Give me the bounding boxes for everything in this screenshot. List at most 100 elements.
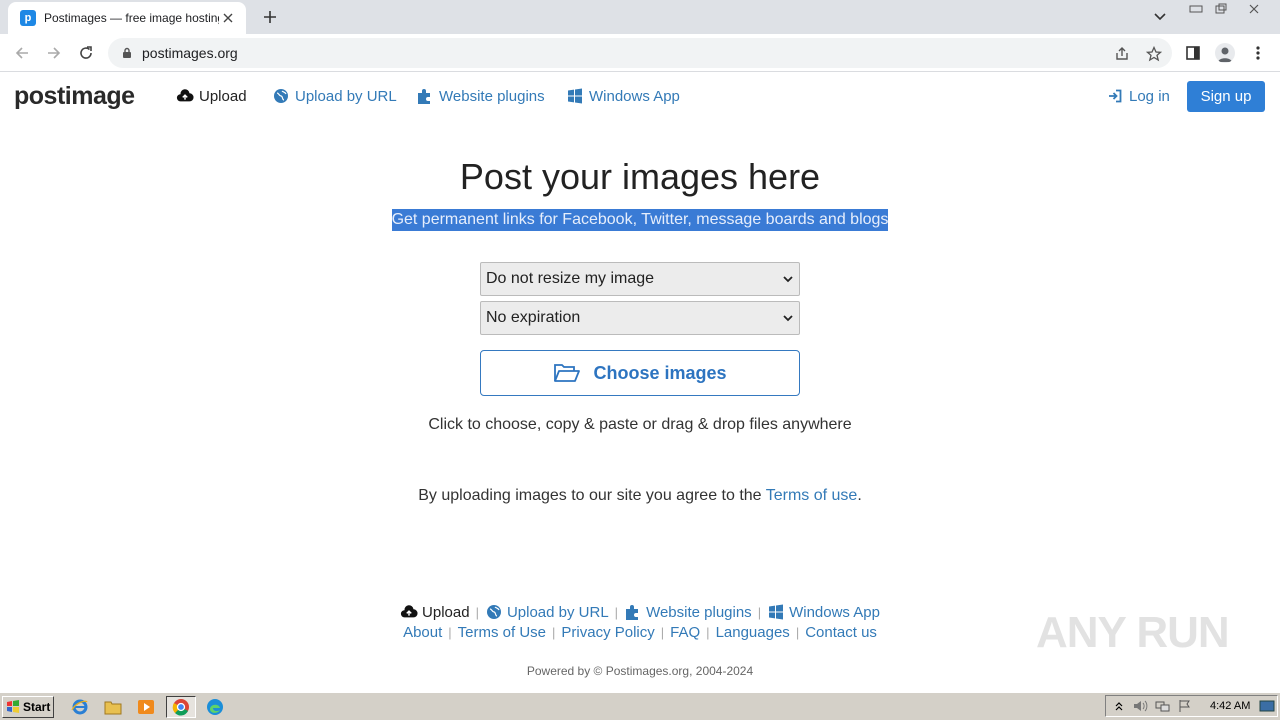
cloud-upload-icon bbox=[176, 87, 194, 105]
action-center-flag-icon[interactable] bbox=[1176, 697, 1194, 715]
separator: | bbox=[795, 625, 800, 640]
network-icon[interactable] bbox=[1154, 697, 1172, 715]
expiration-select[interactable]: No expiration bbox=[480, 301, 800, 335]
footer-faq-link[interactable]: FAQ bbox=[670, 624, 700, 641]
nav-website-plugins[interactable]: Website plugins bbox=[416, 87, 545, 105]
url-text[interactable]: postimages.org bbox=[142, 45, 238, 61]
browser-tab[interactable]: p Postimages — free image hosting / imag… bbox=[8, 2, 246, 34]
terms-agreement: By uploading images to our site you agre… bbox=[0, 487, 1280, 505]
kebab-menu-icon[interactable] bbox=[1247, 42, 1269, 64]
system-tray: 4:42 AM bbox=[1105, 695, 1278, 717]
windows-icon bbox=[767, 603, 785, 621]
profile-avatar-icon[interactable] bbox=[1214, 42, 1236, 64]
chrome-icon[interactable] bbox=[166, 696, 196, 718]
share-icon[interactable] bbox=[1112, 44, 1132, 64]
back-arrow-icon[interactable] bbox=[10, 41, 34, 65]
separator: | bbox=[660, 625, 665, 640]
footer-upload-link[interactable]: Upload bbox=[400, 603, 470, 621]
start-label: Start bbox=[23, 699, 51, 714]
nav-windows-app-label: Windows App bbox=[589, 87, 680, 105]
separator: | bbox=[552, 625, 556, 640]
tab-close-icon[interactable] bbox=[220, 10, 236, 26]
browser-toolbar: postimages.org bbox=[0, 34, 1280, 72]
tray-expand-icon[interactable] bbox=[1110, 697, 1128, 715]
login-link[interactable]: Log in bbox=[1106, 87, 1170, 105]
footer-upload-by-url-label: Upload by URL bbox=[506, 603, 609, 621]
terms-of-use-link[interactable]: Terms of use bbox=[766, 487, 858, 504]
footer-windows-app-link[interactable]: Windows App bbox=[767, 603, 880, 621]
globe-icon bbox=[272, 87, 290, 105]
volume-icon[interactable] bbox=[1132, 697, 1150, 715]
show-desktop-icon[interactable] bbox=[1258, 697, 1276, 715]
sign-in-icon bbox=[1106, 87, 1124, 105]
address-bar[interactable]: postimages.org bbox=[108, 38, 1172, 68]
postimages-favicon-icon: p bbox=[20, 10, 36, 26]
agree-text: By uploading images to our site you agre… bbox=[418, 487, 766, 504]
upload-hint: Click to choose, copy & paste or drag & … bbox=[428, 416, 852, 433]
clock[interactable]: 4:42 AM bbox=[1210, 700, 1250, 712]
side-panel-icon[interactable] bbox=[1182, 42, 1204, 64]
footer-contact-link[interactable]: Contact us bbox=[805, 624, 877, 641]
separator: | bbox=[757, 604, 762, 620]
anyrun-watermark: ANY RUN bbox=[1036, 608, 1236, 668]
tab-search-chevron-down-icon[interactable] bbox=[1150, 8, 1170, 26]
windows-flag-icon bbox=[7, 699, 19, 713]
separator: | bbox=[448, 625, 452, 640]
chevron-down-icon bbox=[783, 276, 793, 283]
file-explorer-icon[interactable] bbox=[101, 696, 125, 718]
media-player-icon[interactable] bbox=[134, 696, 158, 718]
separator: | bbox=[614, 604, 619, 620]
postimage-logo[interactable]: postimage bbox=[14, 82, 135, 111]
bookmark-star-icon[interactable] bbox=[1144, 44, 1164, 64]
internet-explorer-icon[interactable] bbox=[68, 696, 92, 718]
puzzle-icon bbox=[416, 87, 434, 105]
tab-title: Postimages — free image hosting / image … bbox=[44, 11, 219, 25]
page-title: Post your images here bbox=[459, 156, 821, 197]
globe-icon bbox=[485, 603, 503, 621]
footer-about-link[interactable]: About bbox=[403, 624, 442, 641]
web-page: postimage Upload Upload by URL Website p… bbox=[0, 72, 1280, 692]
resize-select[interactable]: Do not resize my image bbox=[480, 262, 800, 296]
puzzle-icon bbox=[624, 603, 642, 621]
edge-icon[interactable] bbox=[203, 696, 227, 718]
folder-open-icon bbox=[553, 362, 581, 384]
cloud-upload-icon bbox=[400, 603, 418, 621]
footer-upload-by-url-link[interactable]: Upload by URL bbox=[485, 603, 609, 621]
login-label: Log in bbox=[1129, 87, 1170, 105]
lock-icon[interactable] bbox=[120, 46, 134, 60]
footer-privacy-link[interactable]: Privacy Policy bbox=[561, 624, 654, 641]
chevron-down-icon bbox=[783, 315, 793, 322]
subtitle-selected-text: Get permanent links for Facebook, Twitte… bbox=[391, 209, 889, 231]
nav-upload-label: Upload bbox=[199, 87, 247, 105]
footer-website-plugins-label: Website plugins bbox=[646, 603, 752, 621]
signup-button[interactable]: Sign up bbox=[1187, 81, 1265, 112]
window-close-icon[interactable] bbox=[1241, 0, 1267, 18]
separator: | bbox=[475, 604, 479, 620]
footer-terms-link[interactable]: Terms of Use bbox=[458, 624, 546, 641]
nav-website-plugins-label: Website plugins bbox=[439, 87, 545, 105]
footer-languages-link[interactable]: Languages bbox=[716, 624, 790, 641]
agree-suffix: . bbox=[857, 487, 862, 504]
windows-icon bbox=[566, 87, 584, 105]
nav-upload[interactable]: Upload bbox=[176, 87, 247, 105]
nav-upload-by-url-label: Upload by URL bbox=[295, 87, 397, 105]
footer-website-plugins-link[interactable]: Website plugins bbox=[624, 603, 752, 621]
restore-icon[interactable] bbox=[1208, 0, 1234, 18]
reload-icon[interactable] bbox=[74, 41, 98, 65]
start-button[interactable]: Start bbox=[2, 695, 54, 718]
minimize-icon[interactable] bbox=[1183, 0, 1209, 18]
footer-upload-label: Upload bbox=[422, 603, 470, 621]
forward-arrow-icon[interactable] bbox=[42, 41, 66, 65]
subtitle-container: Get permanent links for Facebook, Twitte… bbox=[0, 209, 1280, 231]
choose-images-button[interactable]: Choose images bbox=[480, 350, 800, 396]
separator: | bbox=[706, 625, 710, 640]
watermark-text: ANY RUN bbox=[1036, 608, 1230, 657]
new-tab-plus-icon[interactable] bbox=[259, 6, 281, 28]
nav-upload-by-url[interactable]: Upload by URL bbox=[272, 87, 397, 105]
tab-strip: p Postimages — free image hosting / imag… bbox=[0, 0, 1280, 34]
choose-images-label: Choose images bbox=[593, 362, 727, 383]
resize-select-value: Do not resize my image bbox=[486, 270, 655, 287]
expiration-select-value: No expiration bbox=[486, 309, 581, 326]
footer-windows-app-label: Windows App bbox=[789, 603, 880, 621]
nav-windows-app[interactable]: Windows App bbox=[566, 87, 680, 105]
